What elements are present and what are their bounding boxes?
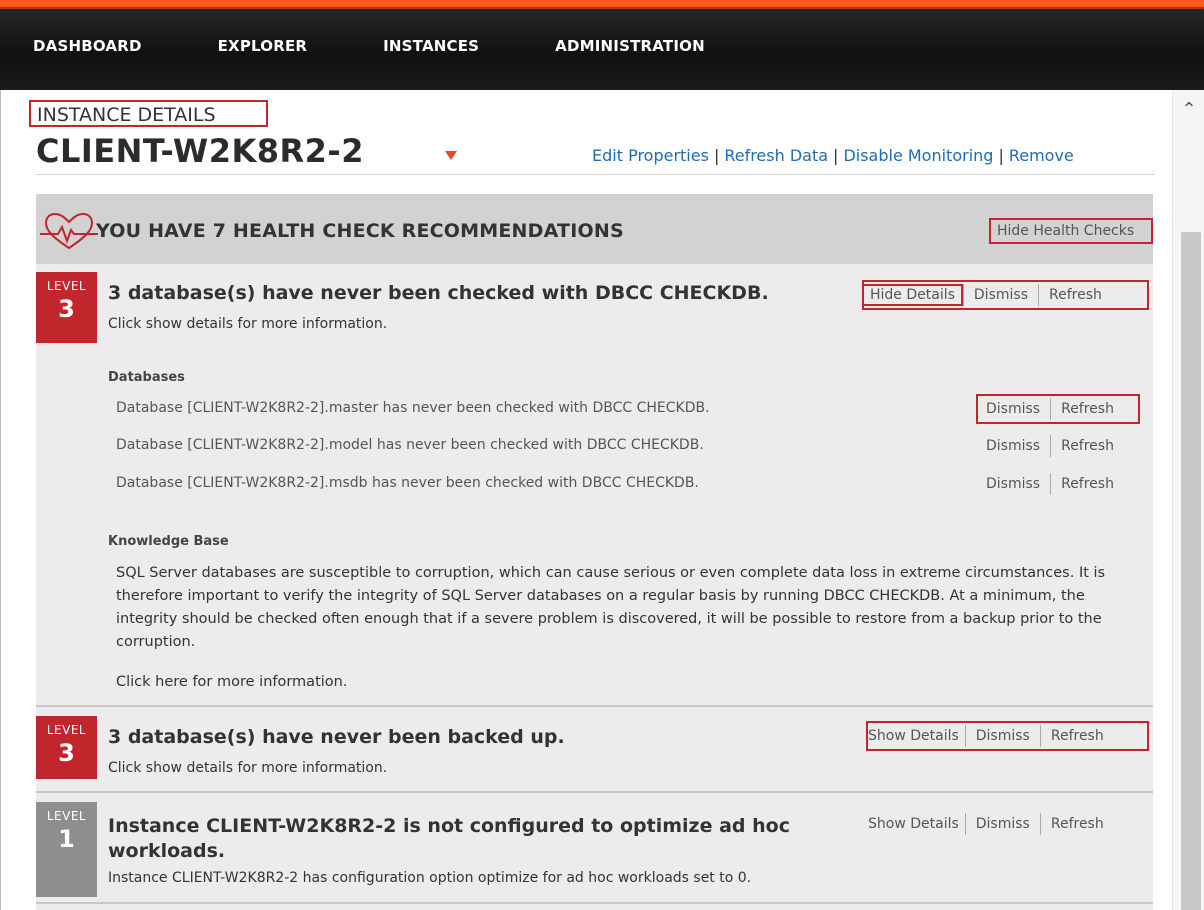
actions-highlight-box [976, 394, 1140, 424]
actions-highlight-box [862, 280, 1149, 310]
instance-dropdown-caret-icon[interactable] [445, 151, 457, 160]
main-nav: DASHBOARD EXPLORER INSTANCES ADMINISTRAT… [33, 37, 705, 55]
hide-health-checks-button[interactable]: Hide Health Checks [989, 218, 1153, 244]
top-navigation-bar: DASHBOARD EXPLORER INSTANCES ADMINISTRAT… [0, 0, 1204, 90]
more-information-link[interactable]: Click here for more information. [116, 674, 347, 690]
level-word: LEVEL [46, 809, 87, 823]
actions-highlight-box [866, 721, 1149, 751]
recommendation-divider [36, 791, 1153, 793]
heading-divider [36, 174, 1154, 175]
show-details-button[interactable]: Show Details [862, 816, 965, 832]
level-badge: LEVEL 3 [36, 716, 97, 779]
health-checks-panel: YOU HAVE 7 HEALTH CHECK RECOMMENDATIONS … [36, 194, 1153, 910]
action-separator: | [998, 146, 1004, 165]
refresh-button[interactable]: Refresh [1051, 438, 1124, 454]
recommendation-title: 3 database(s) have never been checked wi… [108, 282, 769, 304]
database-item: Database [CLIENT-W2K8R2-2].msdb has neve… [116, 475, 699, 491]
recommendation-subtitle: Click show details for more information. [108, 316, 388, 332]
remove-link[interactable]: Remove [1009, 146, 1074, 165]
heart-pulse-icon [40, 212, 98, 250]
nav-administration[interactable]: ADMINISTRATION [555, 37, 705, 55]
instance-actions: Edit Properties | Refresh Data | Disable Mon… [592, 146, 1074, 165]
nav-explorer[interactable]: EXPLORER [218, 37, 308, 55]
recommendation-divider [36, 705, 1153, 707]
disable-monitoring-link[interactable]: Disable Monitoring [843, 146, 993, 165]
level-number: 1 [58, 825, 75, 853]
dismiss-button[interactable]: Dismiss [976, 438, 1050, 454]
scroll-thumb[interactable] [1181, 232, 1201, 910]
recommendation-title: Instance CLIENT-W2K8R2-2 is not configur… [108, 815, 790, 862]
refresh-button[interactable]: Refresh [1041, 816, 1114, 832]
recommendation-actions: Show Details Dismiss Refresh [862, 811, 1114, 837]
database-item-actions: Dismiss Refresh [976, 433, 1124, 459]
action-separator: | [713, 146, 720, 165]
content-left-border [0, 90, 1, 910]
level-number: 3 [58, 295, 75, 323]
databases-label: Databases [108, 370, 185, 385]
dismiss-button[interactable]: Dismiss [976, 476, 1050, 492]
nav-dashboard[interactable]: DASHBOARD [33, 37, 142, 55]
database-item-actions: Dismiss Refresh [976, 471, 1124, 497]
database-item: Database [CLIENT-W2K8R2-2].model has nev… [116, 437, 704, 453]
level-badge: LEVEL 3 [36, 272, 97, 343]
action-separator: | [833, 146, 839, 165]
app-window: DASHBOARD EXPLORER INSTANCES ADMINISTRAT… [0, 0, 1204, 910]
level-word: LEVEL [46, 279, 87, 293]
dismiss-button[interactable]: Dismiss [966, 816, 1040, 832]
refresh-button[interactable]: Refresh [1051, 476, 1124, 492]
brand-stripe-shadow [0, 7, 1204, 9]
instance-details-label: INSTANCE DETAILS [29, 100, 268, 127]
level-number: 3 [58, 739, 75, 767]
level-word: LEVEL [46, 723, 87, 737]
vertical-scrollbar[interactable]: ⌃ [1172, 90, 1204, 910]
edit-properties-link[interactable]: Edit Properties [592, 146, 709, 165]
nav-instances[interactable]: INSTANCES [383, 37, 479, 55]
recommendation-divider [36, 902, 1153, 904]
recommendation-title: 3 database(s) have never been backed up. [108, 726, 565, 748]
database-item: Database [CLIENT-W2K8R2-2].master has ne… [116, 400, 710, 416]
refresh-data-link[interactable]: Refresh Data [724, 146, 828, 165]
knowledge-base-label: Knowledge Base [108, 534, 229, 549]
health-checks-title: YOU HAVE 7 HEALTH CHECK RECOMMENDATIONS [96, 220, 624, 242]
brand-stripe [0, 0, 1204, 7]
scroll-up-arrow-icon[interactable]: ⌃ [1179, 101, 1199, 119]
instance-name-title: CLIENT-W2K8R2-2 [36, 132, 364, 170]
recommendation-subtitle: Click show details for more information. [108, 760, 388, 776]
level-badge: LEVEL 1 [36, 802, 97, 897]
health-checks-header: YOU HAVE 7 HEALTH CHECK RECOMMENDATIONS … [36, 194, 1153, 264]
recommendation-subtitle: Instance CLIENT-W2K8R2-2 has configurati… [108, 870, 752, 886]
knowledge-base-text: SQL Server databases are susceptible to … [116, 565, 1106, 650]
